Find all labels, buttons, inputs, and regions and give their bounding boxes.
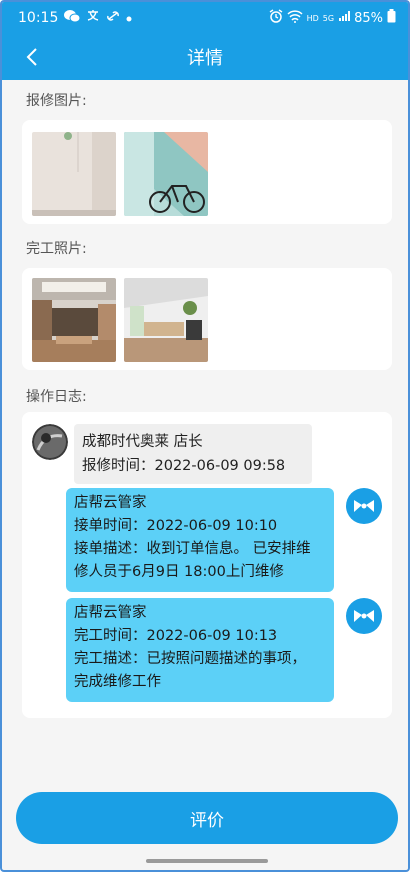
log-label: 操作日志: bbox=[26, 389, 87, 405]
repair-photo-1[interactable] bbox=[32, 132, 116, 216]
log-entry-accept-desc-1: 接单描述：收到订单信息。 已安排维 bbox=[74, 541, 311, 557]
wechat-icon bbox=[64, 9, 81, 27]
log-entry-report-time: 报修时间：2022-06-09 09:58 bbox=[82, 458, 286, 474]
log-entry-accept-name: 店帮云管家 bbox=[74, 495, 147, 511]
log-entry-complete-desc-2: 完成维修工作 bbox=[74, 674, 161, 690]
done-photo-2[interactable] bbox=[124, 278, 208, 362]
status-time: 10:15 bbox=[18, 10, 59, 26]
repair-photos-label: 报修图片: bbox=[26, 93, 87, 109]
log-entry-complete-desc-1: 完工描述：已按照问题描述的事项， bbox=[74, 651, 306, 667]
done-photos-card bbox=[22, 268, 392, 370]
log-entry-report: 成都时代奥莱 店长 报修时间：2022-06-09 09:58 bbox=[74, 424, 312, 484]
done-photo-1[interactable] bbox=[32, 278, 116, 362]
dot-icon bbox=[126, 10, 132, 26]
translate-icon bbox=[86, 9, 100, 27]
back-button[interactable] bbox=[20, 44, 44, 70]
rate-button[interactable]: 评价 bbox=[16, 792, 398, 844]
log-entry-complete-name: 店帮云管家 bbox=[74, 605, 147, 621]
log-entry-accept-desc-2: 修人员于6月9日 18:00上门维修 bbox=[74, 564, 284, 580]
alarm-icon bbox=[269, 9, 283, 27]
log-entry-complete-time: 完工时间：2022-06-09 10:13 bbox=[74, 628, 278, 644]
log-entry-complete: 店帮云管家 完工时间：2022-06-09 10:13 完工描述：已按照问题描述… bbox=[66, 598, 334, 702]
bowtie-icon bbox=[354, 500, 374, 512]
bowtie-icon bbox=[354, 610, 374, 622]
log-entry-accept-time: 接单时间：2022-06-09 10:10 bbox=[74, 518, 278, 534]
link-icon bbox=[106, 9, 120, 27]
repair-photo-2[interactable] bbox=[124, 132, 208, 216]
battery-icon bbox=[387, 9, 396, 27]
done-photos-label: 完工照片: bbox=[26, 241, 87, 257]
log-entry-accept: 店帮云管家 接单时间：2022-06-09 10:10 接单描述：收到订单信息。… bbox=[66, 488, 334, 592]
bot-avatar-1 bbox=[346, 488, 382, 524]
signal-label: 5G bbox=[322, 13, 335, 23]
store-manager-avatar bbox=[32, 424, 68, 460]
app-frame: 首家 10:15 HD 5G bbox=[0, 0, 410, 872]
log-entry-report-name: 成都时代奥莱 店长 bbox=[82, 434, 203, 450]
repair-photos-card bbox=[22, 120, 392, 224]
bot-avatar-2 bbox=[346, 598, 382, 634]
status-bar: 10:15 HD 5G 85% bbox=[2, 2, 408, 34]
hd-label: HD bbox=[306, 13, 319, 23]
home-indicator[interactable] bbox=[146, 859, 268, 863]
battery-percent: 85% bbox=[354, 10, 383, 26]
chevron-left-icon bbox=[26, 48, 37, 66]
signal-icon bbox=[338, 10, 351, 26]
wifi-icon bbox=[287, 9, 303, 27]
page-title: 详情 bbox=[187, 48, 223, 69]
nav-bar: 详情 bbox=[2, 34, 408, 80]
